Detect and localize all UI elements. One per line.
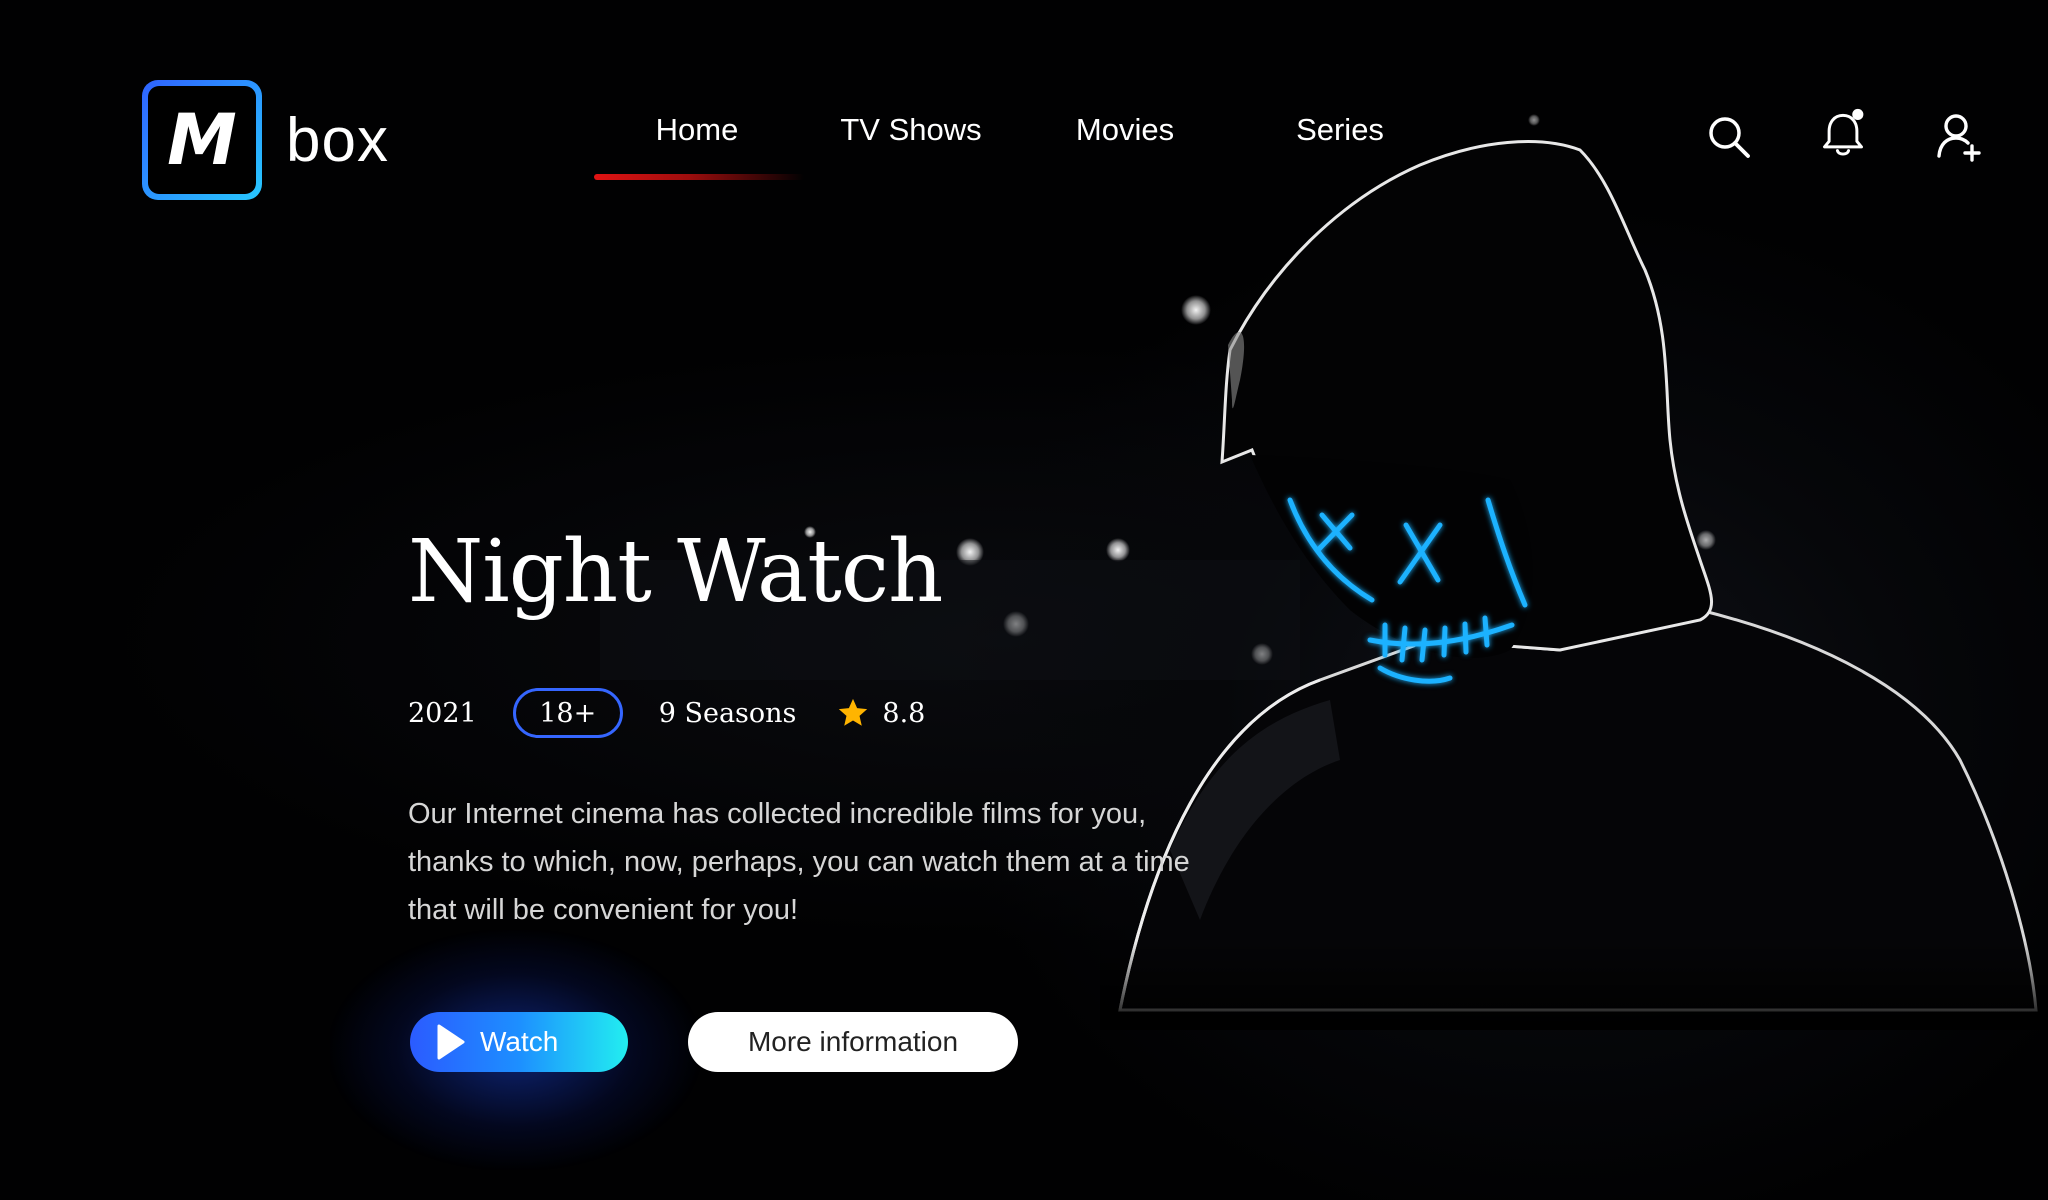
add-user-icon[interactable] bbox=[1934, 112, 1984, 162]
season-count: 9 Seasons bbox=[658, 697, 797, 729]
release-year: 2021 bbox=[408, 697, 477, 729]
hero-page: M box Home TV Shows Movies Series Night … bbox=[0, 0, 2048, 1200]
description-line: Our Internet cinema has collected incred… bbox=[408, 798, 1147, 830]
nav-item-movies[interactable]: Movies bbox=[1076, 112, 1174, 148]
more-information-button[interactable]: More information bbox=[688, 1012, 1018, 1072]
star-icon bbox=[839, 698, 868, 726]
description-line: that will be convenient for you! bbox=[408, 894, 799, 926]
bell-icon[interactable] bbox=[1818, 108, 1868, 158]
watch-button-label: Watch bbox=[480, 1026, 559, 1057]
logo-wordmark: box bbox=[286, 105, 389, 175]
nav-item-home[interactable]: Home bbox=[656, 112, 739, 148]
nav-item-series[interactable]: Series bbox=[1296, 112, 1384, 148]
watch-button[interactable]: Watch bbox=[410, 1012, 628, 1072]
logo-letter: M bbox=[148, 86, 256, 194]
rating-value: 8.8 bbox=[882, 697, 926, 729]
description-line: thanks to which, now, perhaps, you can w… bbox=[408, 846, 1190, 878]
show-title: Night Watch bbox=[408, 522, 943, 622]
logo[interactable]: M box bbox=[142, 80, 389, 200]
logo-badge: M bbox=[142, 80, 262, 200]
play-icon bbox=[437, 1024, 465, 1060]
search-icon[interactable] bbox=[1704, 112, 1754, 162]
nav-active-indicator bbox=[594, 174, 804, 180]
age-rating-badge: 18+ bbox=[512, 688, 623, 738]
show-description: Our Internet cinema has collected incred… bbox=[408, 790, 1328, 934]
nav-item-tv-shows[interactable]: TV Shows bbox=[840, 112, 981, 148]
show-meta: 2021 18+ 9 Seasons 8.8 bbox=[408, 688, 925, 738]
